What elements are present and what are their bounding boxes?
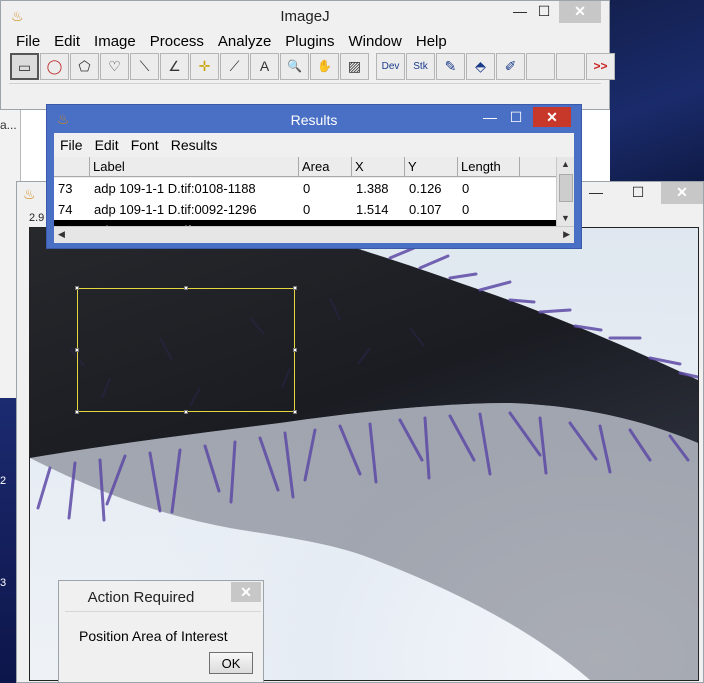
hand-tool-icon[interactable]: ✋	[310, 53, 339, 80]
zoom-tool-icon[interactable]: 🔍	[280, 53, 309, 80]
imagej-window[interactable]: ♨ ImageJ — ☐ ✕ File Edit Image Process A…	[0, 0, 615, 110]
resize-handle[interactable]	[184, 410, 188, 414]
scroll-down-icon[interactable]: ▼	[561, 213, 570, 223]
cell-area: 0	[303, 202, 311, 217]
close-button[interactable]: ✕	[661, 182, 703, 204]
maximize-button[interactable]: ☐	[497, 107, 535, 127]
scroll-right-icon[interactable]: ▶	[563, 229, 570, 240]
dialog-title: Action Required	[87, 589, 195, 606]
menu-window[interactable]: Window	[342, 32, 409, 52]
row-number: 73	[58, 181, 73, 196]
menu-edit[interactable]: Edit	[89, 135, 125, 155]
column-header-label[interactable]: Label	[90, 157, 299, 177]
menu-bar: File Edit Image Process Analyze Plugins …	[9, 32, 454, 52]
menu-font[interactable]: Font	[125, 135, 165, 155]
background-window-label: a...	[0, 118, 17, 132]
imagej-title-bar[interactable]: ♨ ImageJ — ☐ ✕	[1, 1, 609, 31]
close-button[interactable]: ✕	[559, 1, 601, 23]
image-info: 2.9	[29, 212, 45, 224]
menu-process[interactable]: Process	[143, 32, 211, 52]
desktop-background	[610, 0, 704, 185]
scroll-left-icon[interactable]: ◀	[58, 229, 65, 240]
selection-rectangle[interactable]	[77, 288, 295, 412]
column-header-y[interactable]: Y	[405, 157, 458, 177]
angle-tool-icon[interactable]: ∠	[160, 53, 189, 80]
results-window[interactable]: ♨ Results — ☐ ✕ File Edit Font Results L…	[46, 104, 582, 249]
more-tools-icon[interactable]: >>	[586, 53, 615, 80]
status-bar	[9, 83, 601, 106]
scroll-up-icon[interactable]: ▲	[561, 159, 570, 169]
resize-handle[interactable]	[75, 348, 79, 352]
close-button[interactable]: ✕	[231, 582, 261, 602]
resize-handle[interactable]	[293, 286, 297, 290]
results-title-bar[interactable]: ♨ Results — ☐ ✕	[47, 105, 581, 133]
toolbar: ▭ ◯ ⬠ ♡ ⟍ ∠ ✛ ⟋ A 🔍 ✋ ▨ Dev Stk ✎ ⬘ ✐ >>	[10, 53, 616, 81]
cell-area: 0	[303, 181, 311, 196]
cell-length: 0	[462, 202, 470, 217]
cell-x: 1.514	[356, 202, 389, 217]
dev-menu-icon[interactable]: Dev	[376, 53, 405, 80]
menu-file[interactable]: File	[9, 32, 47, 52]
menu-edit[interactable]: Edit	[47, 32, 87, 52]
cell-label: adp 109-1-1 D.tif:0108-1188	[94, 181, 256, 196]
menu-analyze[interactable]: Analyze	[211, 32, 278, 52]
freehand-tool-icon[interactable]: ♡	[100, 53, 129, 80]
column-header-area[interactable]: Area	[299, 157, 352, 177]
ok-button[interactable]: OK	[209, 652, 253, 674]
resize-handle[interactable]	[75, 286, 79, 290]
results-content: File Edit Font Results Label Area X Y Le…	[54, 133, 574, 243]
close-button[interactable]: ✕	[533, 107, 571, 127]
rectangle-tool-icon[interactable]: ▭	[10, 53, 39, 80]
column-header-filler	[520, 157, 557, 177]
menu-help[interactable]: Help	[409, 32, 454, 52]
blank-tool-icon[interactable]	[526, 53, 555, 80]
scroll-thumb[interactable]	[559, 174, 573, 202]
oval-tool-icon[interactable]: ◯	[40, 53, 69, 80]
maximize-button[interactable]: ☐	[617, 182, 659, 204]
horizontal-scrollbar[interactable]: ◀ ▶	[54, 226, 574, 243]
dialog-message: Position Area of Interest	[79, 628, 228, 644]
resize-handle[interactable]	[184, 286, 188, 290]
desktop-mark: 3	[0, 577, 7, 589]
row-number: 74	[58, 202, 73, 217]
column-header-length[interactable]: Length	[458, 157, 520, 177]
wand-tool-icon[interactable]: ⟋	[220, 53, 249, 80]
menu-plugins[interactable]: Plugins	[278, 32, 341, 52]
table-row[interactable]: 74 adp 109-1-1 D.tif:0092-1296 0 1.514 0…	[54, 199, 557, 220]
stk-menu-icon[interactable]: Stk	[406, 53, 435, 80]
cell-x: 1.388	[356, 181, 389, 196]
cell-y: 0.126	[409, 181, 442, 196]
menu-file[interactable]: File	[54, 135, 89, 155]
point-tool-icon[interactable]: ✛	[190, 53, 219, 80]
blank-tool-icon[interactable]	[556, 53, 585, 80]
color-picker-tool-icon[interactable]: ▨	[340, 53, 369, 80]
vertical-scrollbar[interactable]: ▲ ▼	[556, 157, 574, 227]
resize-handle[interactable]	[293, 410, 297, 414]
cell-label: adp 109-1-1 D.tif:0092-1296	[94, 202, 257, 217]
dialog-body: Position Area of Interest OK	[65, 611, 261, 682]
results-menu-bar: File Edit Font Results	[54, 135, 223, 155]
menu-image[interactable]: Image	[87, 32, 143, 52]
desktop-mark: 2	[0, 475, 7, 487]
column-header-x[interactable]: X	[352, 157, 405, 177]
action-required-dialog[interactable]: Action Required ✕ Position Area of Inter…	[58, 580, 264, 683]
cell-y: 0.107	[409, 202, 442, 217]
column-header[interactable]	[54, 157, 90, 177]
cell-length: 0	[462, 181, 470, 196]
resize-handle[interactable]	[75, 410, 79, 414]
polygon-tool-icon[interactable]: ⬠	[70, 53, 99, 80]
straight-line-tool-icon[interactable]: ⟍	[130, 53, 159, 80]
flood-fill-tool-icon[interactable]: ⬘	[466, 53, 495, 80]
results-table[interactable]: Label Area X Y Length 73 adp 109-1-1 D.t…	[54, 157, 574, 243]
resize-handle[interactable]	[293, 348, 297, 352]
table-row[interactable]: 73 adp 109-1-1 D.tif:0108-1188 0 1.388 0…	[54, 178, 557, 199]
table-header: Label Area X Y Length	[54, 157, 557, 178]
pencil-tool-icon[interactable]: ✐	[496, 53, 525, 80]
microscope-icon: ♨	[23, 186, 36, 202]
menu-results[interactable]: Results	[165, 135, 224, 155]
brush-tool-icon[interactable]: ✎	[436, 53, 465, 80]
text-tool-icon[interactable]: A	[250, 53, 279, 80]
